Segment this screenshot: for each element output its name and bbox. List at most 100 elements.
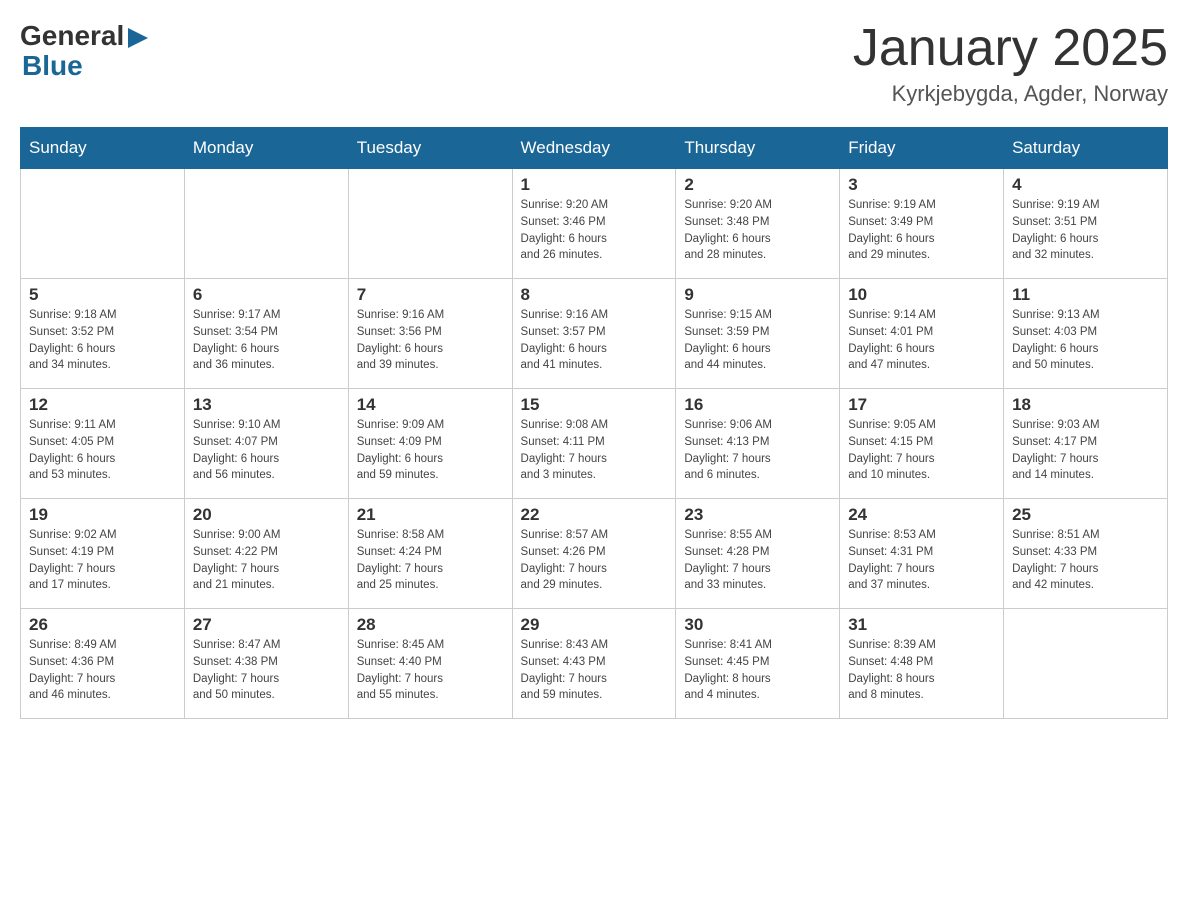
calendar-week-row: 26Sunrise: 8:49 AM Sunset: 4:36 PM Dayli…	[21, 609, 1168, 719]
day-number: 25	[1012, 505, 1159, 525]
calendar-day-cell: 29Sunrise: 8:43 AM Sunset: 4:43 PM Dayli…	[512, 609, 676, 719]
day-info: Sunrise: 9:16 AM Sunset: 3:57 PM Dayligh…	[521, 307, 668, 374]
day-number: 17	[848, 395, 995, 415]
calendar-day-cell: 31Sunrise: 8:39 AM Sunset: 4:48 PM Dayli…	[840, 609, 1004, 719]
day-info: Sunrise: 8:43 AM Sunset: 4:43 PM Dayligh…	[521, 637, 668, 704]
day-info: Sunrise: 9:06 AM Sunset: 4:13 PM Dayligh…	[684, 417, 831, 484]
calendar-day-cell: 19Sunrise: 9:02 AM Sunset: 4:19 PM Dayli…	[21, 499, 185, 609]
day-number: 28	[357, 615, 504, 635]
calendar-day-cell	[184, 169, 348, 279]
calendar-title: January 2025	[853, 20, 1168, 77]
day-of-week-header: Friday	[840, 128, 1004, 169]
day-number: 30	[684, 615, 831, 635]
day-of-week-header: Sunday	[21, 128, 185, 169]
day-number: 5	[29, 285, 176, 305]
day-info: Sunrise: 8:53 AM Sunset: 4:31 PM Dayligh…	[848, 527, 995, 594]
day-info: Sunrise: 9:09 AM Sunset: 4:09 PM Dayligh…	[357, 417, 504, 484]
calendar-day-cell: 13Sunrise: 9:10 AM Sunset: 4:07 PM Dayli…	[184, 389, 348, 499]
day-info: Sunrise: 8:57 AM Sunset: 4:26 PM Dayligh…	[521, 527, 668, 594]
day-of-week-header: Tuesday	[348, 128, 512, 169]
day-info: Sunrise: 9:15 AM Sunset: 3:59 PM Dayligh…	[684, 307, 831, 374]
calendar-day-cell: 18Sunrise: 9:03 AM Sunset: 4:17 PM Dayli…	[1004, 389, 1168, 499]
calendar-day-cell: 21Sunrise: 8:58 AM Sunset: 4:24 PM Dayli…	[348, 499, 512, 609]
calendar-day-cell	[348, 169, 512, 279]
day-number: 4	[1012, 175, 1159, 195]
calendar-header-row: SundayMondayTuesdayWednesdayThursdayFrid…	[21, 128, 1168, 169]
calendar-week-row: 12Sunrise: 9:11 AM Sunset: 4:05 PM Dayli…	[21, 389, 1168, 499]
day-info: Sunrise: 9:05 AM Sunset: 4:15 PM Dayligh…	[848, 417, 995, 484]
calendar-day-cell: 15Sunrise: 9:08 AM Sunset: 4:11 PM Dayli…	[512, 389, 676, 499]
day-info: Sunrise: 8:55 AM Sunset: 4:28 PM Dayligh…	[684, 527, 831, 594]
day-info: Sunrise: 9:10 AM Sunset: 4:07 PM Dayligh…	[193, 417, 340, 484]
logo: General Blue	[20, 20, 148, 80]
day-number: 20	[193, 505, 340, 525]
calendar-day-cell: 3Sunrise: 9:19 AM Sunset: 3:49 PM Daylig…	[840, 169, 1004, 279]
day-number: 1	[521, 175, 668, 195]
day-number: 8	[521, 285, 668, 305]
calendar-week-row: 1Sunrise: 9:20 AM Sunset: 3:46 PM Daylig…	[21, 169, 1168, 279]
calendar-day-cell: 22Sunrise: 8:57 AM Sunset: 4:26 PM Dayli…	[512, 499, 676, 609]
calendar-day-cell: 25Sunrise: 8:51 AM Sunset: 4:33 PM Dayli…	[1004, 499, 1168, 609]
day-number: 26	[29, 615, 176, 635]
calendar-subtitle: Kyrkjebygda, Agder, Norway	[853, 81, 1168, 107]
calendar-day-cell: 14Sunrise: 9:09 AM Sunset: 4:09 PM Dayli…	[348, 389, 512, 499]
day-of-week-header: Thursday	[676, 128, 840, 169]
logo-general-text: General	[20, 20, 124, 52]
calendar-day-cell: 10Sunrise: 9:14 AM Sunset: 4:01 PM Dayli…	[840, 279, 1004, 389]
day-info: Sunrise: 9:20 AM Sunset: 3:46 PM Dayligh…	[521, 197, 668, 264]
day-info: Sunrise: 8:41 AM Sunset: 4:45 PM Dayligh…	[684, 637, 831, 704]
day-info: Sunrise: 8:58 AM Sunset: 4:24 PM Dayligh…	[357, 527, 504, 594]
calendar-day-cell	[1004, 609, 1168, 719]
day-info: Sunrise: 8:39 AM Sunset: 4:48 PM Dayligh…	[848, 637, 995, 704]
calendar-day-cell: 27Sunrise: 8:47 AM Sunset: 4:38 PM Dayli…	[184, 609, 348, 719]
day-number: 14	[357, 395, 504, 415]
calendar-day-cell: 23Sunrise: 8:55 AM Sunset: 4:28 PM Dayli…	[676, 499, 840, 609]
calendar-day-cell: 30Sunrise: 8:41 AM Sunset: 4:45 PM Dayli…	[676, 609, 840, 719]
calendar-day-cell: 8Sunrise: 9:16 AM Sunset: 3:57 PM Daylig…	[512, 279, 676, 389]
calendar-day-cell: 28Sunrise: 8:45 AM Sunset: 4:40 PM Dayli…	[348, 609, 512, 719]
day-number: 18	[1012, 395, 1159, 415]
day-number: 7	[357, 285, 504, 305]
day-number: 6	[193, 285, 340, 305]
calendar-day-cell: 9Sunrise: 9:15 AM Sunset: 3:59 PM Daylig…	[676, 279, 840, 389]
day-info: Sunrise: 9:19 AM Sunset: 3:51 PM Dayligh…	[1012, 197, 1159, 264]
day-info: Sunrise: 8:45 AM Sunset: 4:40 PM Dayligh…	[357, 637, 504, 704]
calendar-day-cell	[21, 169, 185, 279]
day-info: Sunrise: 8:51 AM Sunset: 4:33 PM Dayligh…	[1012, 527, 1159, 594]
day-number: 23	[684, 505, 831, 525]
day-number: 9	[684, 285, 831, 305]
day-number: 24	[848, 505, 995, 525]
day-of-week-header: Saturday	[1004, 128, 1168, 169]
day-number: 27	[193, 615, 340, 635]
calendar-day-cell: 11Sunrise: 9:13 AM Sunset: 4:03 PM Dayli…	[1004, 279, 1168, 389]
day-number: 11	[1012, 285, 1159, 305]
calendar-header-right: January 2025 Kyrkjebygda, Agder, Norway	[853, 20, 1168, 107]
logo-icon	[128, 28, 148, 48]
calendar-day-cell: 2Sunrise: 9:20 AM Sunset: 3:48 PM Daylig…	[676, 169, 840, 279]
calendar-day-cell: 20Sunrise: 9:00 AM Sunset: 4:22 PM Dayli…	[184, 499, 348, 609]
calendar-day-cell: 4Sunrise: 9:19 AM Sunset: 3:51 PM Daylig…	[1004, 169, 1168, 279]
day-number: 16	[684, 395, 831, 415]
day-number: 12	[29, 395, 176, 415]
day-info: Sunrise: 9:03 AM Sunset: 4:17 PM Dayligh…	[1012, 417, 1159, 484]
day-info: Sunrise: 9:20 AM Sunset: 3:48 PM Dayligh…	[684, 197, 831, 264]
day-of-week-header: Wednesday	[512, 128, 676, 169]
day-info: Sunrise: 9:16 AM Sunset: 3:56 PM Dayligh…	[357, 307, 504, 374]
day-number: 15	[521, 395, 668, 415]
day-info: Sunrise: 9:02 AM Sunset: 4:19 PM Dayligh…	[29, 527, 176, 594]
day-number: 31	[848, 615, 995, 635]
day-info: Sunrise: 9:08 AM Sunset: 4:11 PM Dayligh…	[521, 417, 668, 484]
calendar-week-row: 19Sunrise: 9:02 AM Sunset: 4:19 PM Dayli…	[21, 499, 1168, 609]
day-number: 13	[193, 395, 340, 415]
calendar-day-cell: 1Sunrise: 9:20 AM Sunset: 3:46 PM Daylig…	[512, 169, 676, 279]
calendar-day-cell: 7Sunrise: 9:16 AM Sunset: 3:56 PM Daylig…	[348, 279, 512, 389]
calendar-week-row: 5Sunrise: 9:18 AM Sunset: 3:52 PM Daylig…	[21, 279, 1168, 389]
day-number: 10	[848, 285, 995, 305]
day-info: Sunrise: 9:17 AM Sunset: 3:54 PM Dayligh…	[193, 307, 340, 374]
day-info: Sunrise: 8:49 AM Sunset: 4:36 PM Dayligh…	[29, 637, 176, 704]
day-info: Sunrise: 9:00 AM Sunset: 4:22 PM Dayligh…	[193, 527, 340, 594]
day-number: 3	[848, 175, 995, 195]
calendar-day-cell: 6Sunrise: 9:17 AM Sunset: 3:54 PM Daylig…	[184, 279, 348, 389]
day-info: Sunrise: 8:47 AM Sunset: 4:38 PM Dayligh…	[193, 637, 340, 704]
calendar-table: SundayMondayTuesdayWednesdayThursdayFrid…	[20, 127, 1168, 719]
